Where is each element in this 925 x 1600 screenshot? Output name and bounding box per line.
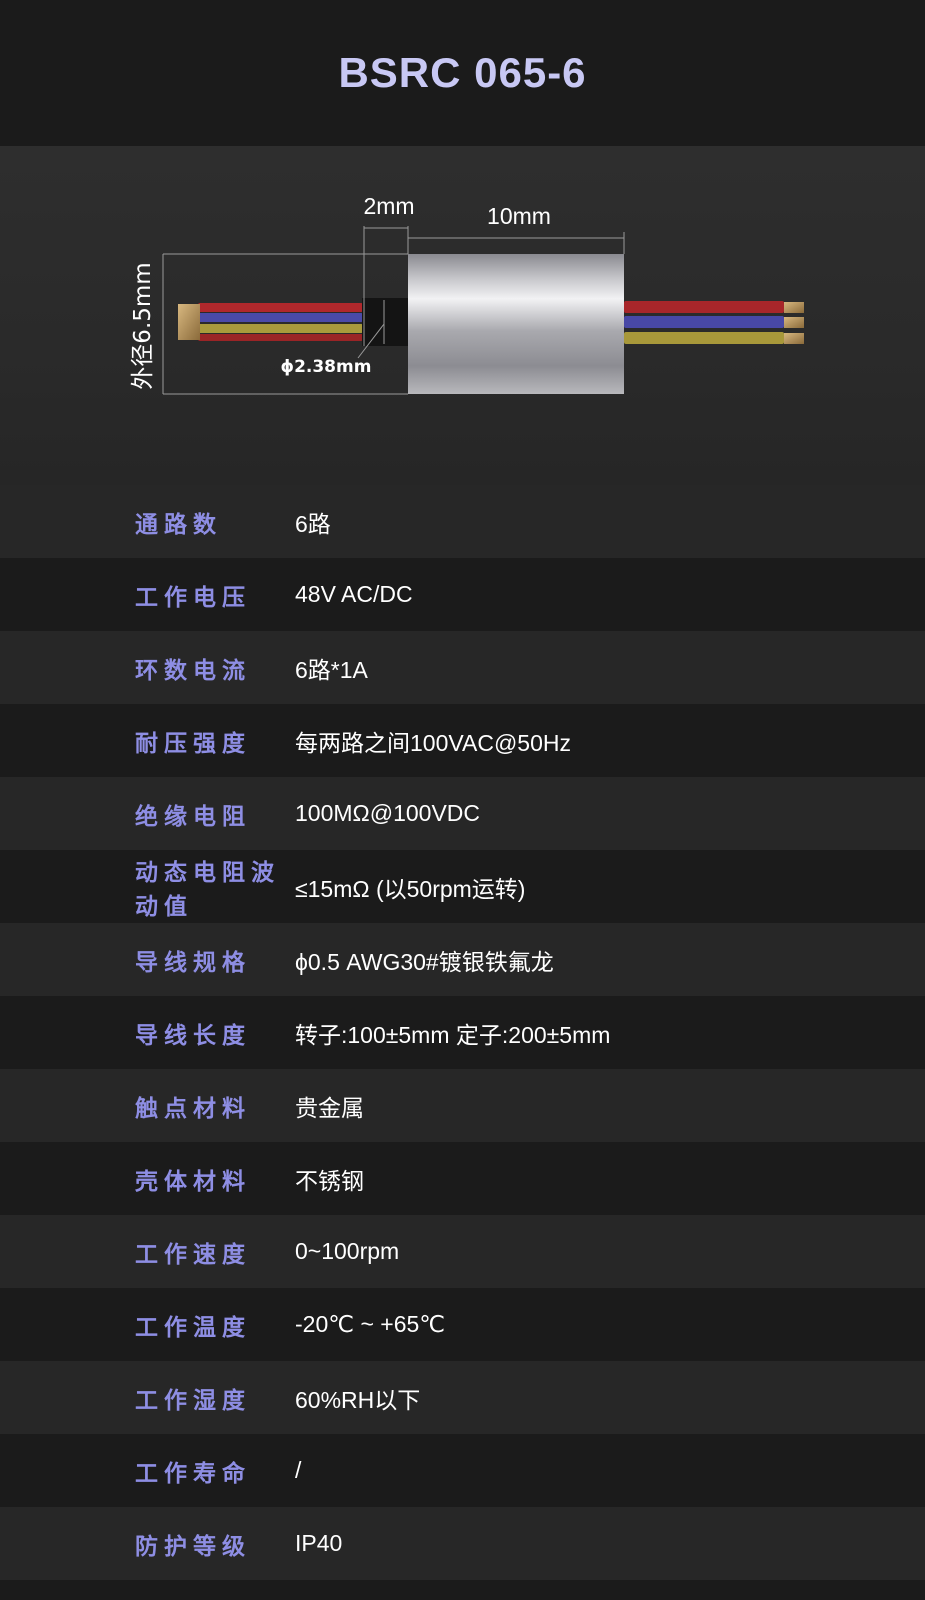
spec-label: 工作速度 (135, 1241, 251, 1268)
spec-table: 通路数 6路 工作电压 48V AC/DC 环数电流 6路*1A 耐压强度 每两路之间1… (0, 485, 925, 1580)
slip-ring-body (408, 254, 624, 394)
spec-value: 100MΩ@100VDC (295, 800, 481, 826)
spec-row: 导线长度 转子:100±5mm 定子:200±5mm (0, 996, 925, 1069)
spec-label: 工作温度 (135, 1314, 251, 1341)
spec-value: -20℃ ~ +65℃ (295, 1311, 446, 1337)
spec-row: 工作寿命 / (0, 1434, 925, 1507)
spec-value: 0~100rpm (295, 1238, 400, 1264)
spec-row: 工作湿度 60%RH以下 (0, 1361, 925, 1434)
spec-label: 壳体材料 (135, 1168, 251, 1195)
spec-row: 耐压强度 每两路之间100VAC@50Hz (0, 704, 925, 777)
slip-ring-diagram: 2mm 10mm 外径6.5mm ϕ2.38mm (130, 193, 804, 395)
spec-value: / (295, 1457, 302, 1483)
spec-label: 触点材料 (135, 1095, 251, 1122)
spec-value: 48V AC/DC (295, 581, 413, 607)
dim-label-2mm: 2mm (363, 193, 414, 219)
rotor-wire-tips (178, 304, 200, 340)
spec-label: 工作寿命 (135, 1460, 251, 1487)
spec-label: 绝缘电阻 (135, 803, 251, 830)
spec-label: 防护等级 (135, 1533, 251, 1560)
spec-row: 通路数 6路 (0, 485, 925, 558)
rotor-wires (178, 303, 363, 341)
spec-label: 工作湿度 (135, 1387, 251, 1414)
dim-label-outer-diameter: 外径6.5mm (130, 262, 156, 389)
spec-value: 6路*1A (295, 656, 368, 683)
spec-value: 每两路之间100VAC@50Hz (295, 729, 571, 756)
spec-row: 环数电流 6路*1A (0, 631, 925, 704)
spec-value: 转子:100±5mm 定子:200±5mm (295, 1021, 611, 1048)
spec-label: 动态电阻波动值 (135, 859, 280, 920)
page-title: BSRC 065-6 (338, 49, 587, 96)
shaft (362, 298, 409, 346)
spec-value: ϕ0.5 AWG30#镀银铁氟龙 (295, 948, 554, 975)
spec-value: 贵金属 (295, 1094, 364, 1121)
dim-label-10mm: 10mm (487, 203, 551, 229)
spec-value: 不锈钢 (295, 1167, 364, 1194)
spec-value: ≤15mΩ (以50rpm运转) (295, 875, 526, 902)
spec-row: 壳体材料 不锈钢 (0, 1142, 925, 1215)
stator-wires (624, 301, 804, 344)
spec-row: 动态电阻波动值 ≤15mΩ (以50rpm运转) (0, 850, 925, 923)
spec-label: 环数电流 (135, 657, 251, 684)
spec-row: 触点材料 贵金属 (0, 1069, 925, 1142)
spec-row: 绝缘电阻 100MΩ@100VDC (0, 777, 925, 850)
spec-label: 导线规格 (135, 949, 251, 976)
spec-label: 导线长度 (135, 1022, 251, 1049)
spec-row: 防护等级 IP40 (0, 1507, 925, 1580)
spec-row: 工作速度 0~100rpm (0, 1215, 925, 1288)
spec-row: 工作电压 48V AC/DC (0, 558, 925, 631)
spec-label: 通路数 (135, 511, 222, 538)
page-header: BSRC 065-6 (0, 0, 925, 146)
spec-value: IP40 (295, 1530, 343, 1556)
spec-row: 导线规格 ϕ0.5 AWG30#镀银铁氟龙 (0, 923, 925, 996)
spec-value: 60%RH以下 (295, 1386, 421, 1413)
spec-label: 耐压强度 (135, 730, 251, 757)
spec-value: 6路 (295, 510, 331, 537)
spec-label: 工作电压 (135, 584, 251, 611)
dim-label-inner-diameter: ϕ2.38mm (281, 357, 372, 377)
product-figure: 2mm 10mm 外径6.5mm ϕ2.38mm (0, 146, 925, 485)
spec-row: 工作温度 -20℃ ~ +65℃ (0, 1288, 925, 1361)
